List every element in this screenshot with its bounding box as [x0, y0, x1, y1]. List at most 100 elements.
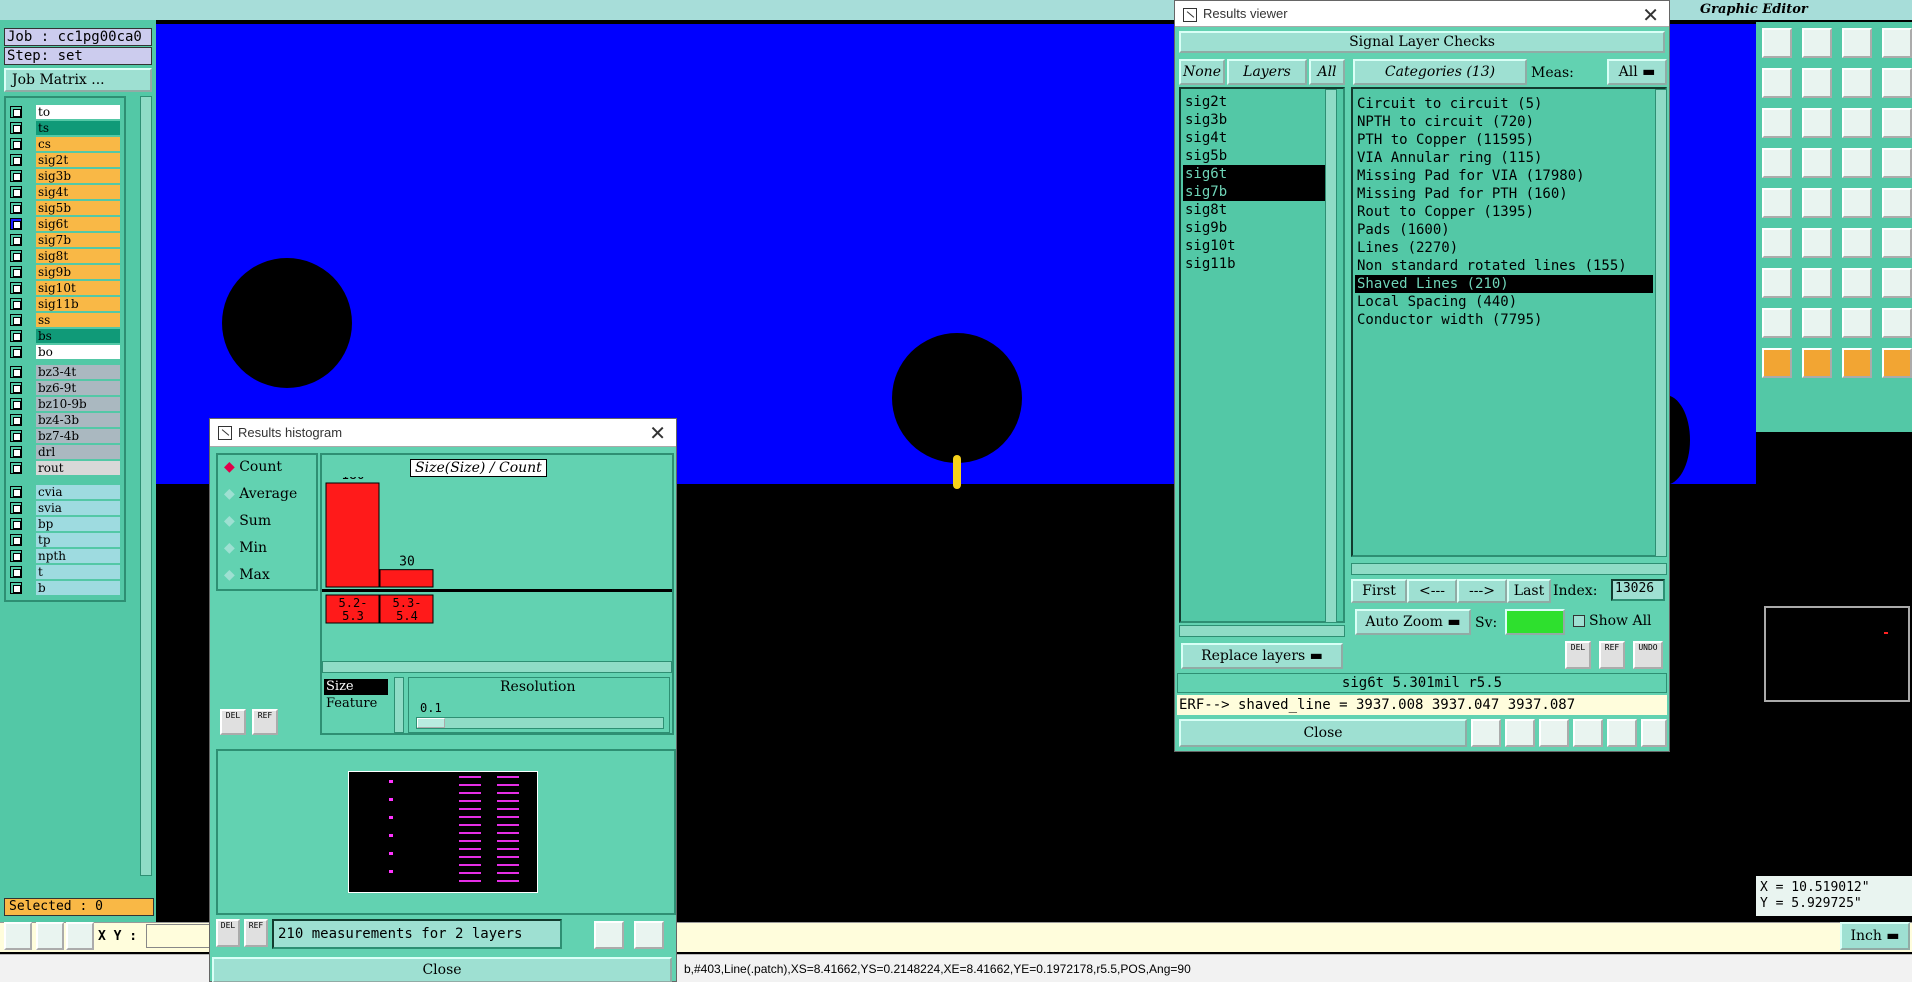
layer-name[interactable]: tp [36, 532, 120, 547]
ref-button[interactable]: REF [244, 919, 268, 947]
category-list-item[interactable]: Lines (2270) [1355, 239, 1653, 257]
layer-name[interactable]: ss [36, 312, 120, 327]
layer-checkbox[interactable] [10, 153, 22, 166]
results-close-button[interactable]: Close [1179, 719, 1467, 747]
layer-checkbox[interactable] [10, 581, 22, 594]
stack-icon[interactable] [1882, 28, 1912, 58]
attr-size[interactable]: Size [324, 679, 388, 695]
layer-hscroll[interactable] [1179, 625, 1345, 637]
home-icon[interactable] [1842, 28, 1872, 58]
edit-icon[interactable] [1842, 348, 1872, 378]
layer-name[interactable]: bz6-9t [36, 380, 120, 395]
layer-checkbox[interactable] [10, 397, 22, 410]
move-out-icon[interactable] [1802, 68, 1832, 98]
category-list-item[interactable]: Local Spacing (440) [1355, 293, 1653, 311]
layer-vscroll[interactable] [1325, 89, 1337, 623]
layer-name[interactable]: sig7b [36, 232, 120, 247]
clear-icon[interactable] [1539, 719, 1569, 747]
layer-checkbox[interactable] [10, 365, 22, 378]
category-list-item[interactable]: Circuit to circuit (5) [1355, 95, 1653, 113]
histogram-icon[interactable] [1641, 719, 1667, 747]
layer-row-sig2t[interactable]: sig2t [6, 152, 124, 167]
layer-list-item[interactable]: sig9b [1183, 219, 1327, 237]
close-icon[interactable]: ✕ [1642, 3, 1659, 28]
layer-name[interactable]: b [36, 580, 120, 595]
layer-checkbox[interactable] [10, 381, 22, 394]
mode-average[interactable]: ◆ Average [224, 486, 297, 502]
layer-name[interactable]: bz7-4b [36, 428, 120, 443]
layer-checkbox[interactable] [10, 201, 22, 214]
category-list-item[interactable]: Pads (1600) [1355, 221, 1653, 239]
layer-checkbox[interactable] [10, 345, 22, 358]
layer-row-svia[interactable]: svia [6, 500, 124, 515]
category-hscroll[interactable] [1351, 563, 1667, 575]
layer-name[interactable]: sig9b [36, 264, 120, 279]
layer-row-bo[interactable]: bo [6, 344, 124, 359]
layer-name[interactable]: bs [36, 328, 120, 343]
layer-row-sig7b[interactable]: sig7b [6, 232, 124, 247]
layer-checkbox[interactable] [10, 169, 22, 182]
none-button[interactable]: None [1179, 59, 1225, 85]
move-in-icon[interactable] [1762, 68, 1792, 98]
ref-button[interactable]: REF [252, 709, 278, 735]
layer-row-to[interactable]: to [6, 104, 124, 119]
layer-name[interactable]: bp [36, 516, 120, 531]
layer-checkbox[interactable] [10, 297, 22, 310]
histogram-bar[interactable] [379, 569, 434, 588]
layer-row-sig6t[interactable]: sig6t [6, 216, 124, 231]
measure-icon[interactable] [1762, 148, 1792, 178]
layer-name[interactable]: ts [36, 120, 120, 135]
category-list-item[interactable]: Missing Pad for PTH (160) [1355, 185, 1653, 203]
layer-checkbox[interactable] [10, 429, 22, 442]
undo-button[interactable]: UNDO [1633, 641, 1663, 669]
del-button[interactable]: DEL [216, 919, 240, 947]
layer-row-ss[interactable]: ss [6, 312, 124, 327]
step-icon[interactable] [1573, 719, 1603, 747]
layer-row-sig4t[interactable]: sig4t [6, 184, 124, 199]
report-icon[interactable] [1505, 719, 1535, 747]
layer-name[interactable]: bz10-9b [36, 396, 120, 411]
layer-name[interactable]: bo [36, 344, 120, 359]
curve-icon[interactable] [1802, 268, 1832, 298]
category-list-item[interactable]: VIA Annular ring (115) [1355, 149, 1653, 167]
zoom-icon[interactable] [634, 921, 664, 949]
layer-name[interactable]: sig2t [36, 152, 120, 167]
category-list-item[interactable]: Rout to Copper (1395) [1355, 203, 1653, 221]
sv-color-select[interactable] [1505, 609, 1565, 635]
layer-row-sig11b[interactable]: sig11b [6, 296, 124, 311]
node-icon[interactable] [1762, 228, 1792, 258]
resolution-slider[interactable] [416, 717, 664, 729]
categories-button[interactable]: Categories (13) [1353, 59, 1527, 85]
pointer-icon[interactable] [1762, 348, 1792, 378]
category-listbox[interactable]: Circuit to circuit (5) NPTH to circuit (7… [1351, 87, 1667, 557]
layer-checkbox[interactable] [10, 413, 22, 426]
layer-row-cs[interactable]: cs [6, 136, 124, 151]
poly-icon[interactable] [1762, 308, 1792, 338]
zoom-icon[interactable] [1802, 108, 1832, 138]
layer-row-sig8t[interactable]: sig8t [6, 248, 124, 263]
next-button[interactable]: ---> [1457, 579, 1507, 603]
layer-checkbox[interactable] [10, 249, 22, 262]
layer-row-sig9b[interactable]: sig9b [6, 264, 124, 279]
layer-row-cvia[interactable]: cvia [6, 484, 124, 499]
layers-button[interactable]: Layers [1227, 59, 1307, 85]
layer-list-item[interactable]: sig10t [1183, 237, 1327, 255]
layer-name[interactable]: sig10t [36, 280, 120, 295]
layer-checkbox[interactable] [10, 121, 22, 134]
layer-checkbox[interactable] [10, 185, 22, 198]
draw-icon[interactable] [36, 922, 64, 950]
last-button[interactable]: Last [1507, 579, 1551, 603]
layer-row-sig10t[interactable]: sig10t [6, 280, 124, 295]
del-button[interactable]: DEL [220, 709, 246, 735]
select-icon[interactable] [1802, 348, 1832, 378]
layer-list-item[interactable]: sig6t [1183, 165, 1327, 183]
cross-icon[interactable] [1802, 228, 1832, 258]
layer-name[interactable]: to [36, 104, 120, 119]
layer-row-npth[interactable]: npth [6, 548, 124, 563]
tri2-icon[interactable] [1842, 308, 1872, 338]
units-select[interactable]: Inch ▬ [1840, 922, 1910, 950]
layer-name[interactable]: sig4t [36, 184, 120, 199]
arc-icon[interactable] [1762, 268, 1792, 298]
layer-checkbox[interactable] [10, 517, 22, 530]
layer-row-bz4-3b[interactable]: bz4-3b [6, 412, 124, 427]
